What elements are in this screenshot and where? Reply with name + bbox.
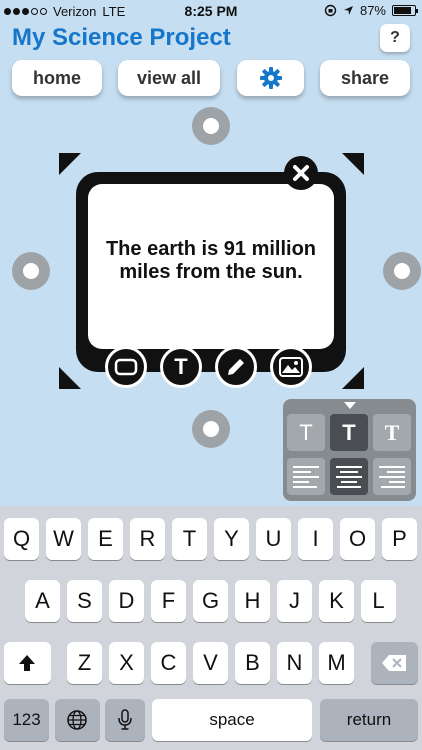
rotation-lock-icon	[324, 4, 337, 17]
settings-button[interactable]	[237, 60, 304, 96]
gear-icon	[259, 67, 282, 89]
frame-icon	[114, 358, 138, 376]
font-option-serif[interactable]: T	[373, 414, 411, 451]
key-s[interactable]: S	[67, 580, 102, 622]
key-r[interactable]: R	[130, 518, 165, 560]
corner-marker-bottom-right	[342, 367, 364, 389]
corner-marker-top-right	[342, 153, 364, 175]
key-w[interactable]: W	[46, 518, 81, 560]
key-g[interactable]: G	[193, 580, 228, 622]
key-o[interactable]: O	[340, 518, 375, 560]
align-left-button[interactable]	[287, 458, 325, 495]
text-box[interactable]: The earth is 91 million miles from the s…	[76, 172, 346, 372]
battery-percent: 87%	[359, 3, 386, 18]
location-icon	[343, 6, 353, 15]
key-h[interactable]: H	[235, 580, 270, 622]
key-q[interactable]: Q	[4, 518, 39, 560]
key-d[interactable]: D	[109, 580, 144, 622]
key-c[interactable]: C	[151, 642, 186, 684]
font-option-bold[interactable]: T	[330, 414, 368, 451]
key-t[interactable]: T	[172, 518, 207, 560]
text-box-text[interactable]: The earth is 91 million miles from the s…	[88, 238, 334, 284]
page-title: My Science Project	[12, 24, 231, 51]
home-button[interactable]: home	[12, 60, 102, 96]
corner-marker-bottom-left	[59, 367, 81, 389]
view-all-button[interactable]: view all	[118, 60, 220, 96]
shift-key[interactable]	[4, 642, 51, 684]
close-button[interactable]	[284, 156, 318, 190]
text-box-content[interactable]: The earth is 91 million miles from the s…	[88, 184, 334, 349]
pencil-icon	[228, 359, 244, 375]
key-e[interactable]: E	[88, 518, 123, 560]
align-right-icon	[379, 466, 405, 491]
status-bar: Verizon LTE 8:25 PM 87%	[0, 0, 422, 22]
image-mode-button[interactable]	[270, 346, 312, 388]
frame-mode-button[interactable]	[105, 346, 147, 388]
close-icon	[293, 165, 309, 181]
key-l[interactable]: L	[361, 580, 396, 622]
font-option-light[interactable]: T	[287, 414, 325, 451]
image-icon	[279, 357, 303, 377]
shift-icon	[19, 655, 35, 671]
microphone-icon	[118, 709, 132, 730]
key-b[interactable]: B	[235, 642, 270, 684]
globe-key[interactable]	[55, 699, 100, 741]
key-p[interactable]: P	[382, 518, 417, 560]
keyboard: Q W E R T Y U I O P A S D F G H J K L Z …	[0, 506, 422, 750]
help-button[interactable]: ?	[380, 24, 410, 52]
backspace-icon	[382, 655, 406, 671]
key-y[interactable]: Y	[214, 518, 249, 560]
resize-handle-left[interactable]	[12, 252, 50, 290]
globe-icon	[67, 710, 87, 730]
key-k[interactable]: K	[319, 580, 354, 622]
key-f[interactable]: F	[151, 580, 186, 622]
align-left-icon	[293, 466, 319, 491]
numbers-key[interactable]: 123	[4, 699, 49, 741]
draw-mode-button[interactable]	[215, 346, 257, 388]
key-z[interactable]: Z	[67, 642, 102, 684]
key-a[interactable]: A	[25, 580, 60, 622]
key-u[interactable]: U	[256, 518, 291, 560]
space-key[interactable]: space	[152, 699, 312, 741]
resize-handle-top[interactable]	[192, 107, 230, 145]
key-i[interactable]: I	[298, 518, 333, 560]
corner-marker-top-left	[59, 153, 81, 175]
key-n[interactable]: N	[277, 642, 312, 684]
text-mode-button[interactable]: T	[160, 346, 202, 388]
dictation-key[interactable]	[105, 699, 145, 741]
align-right-button[interactable]	[373, 458, 411, 495]
align-center-icon	[336, 466, 362, 491]
battery-icon	[392, 5, 418, 16]
share-button[interactable]: share	[320, 60, 410, 96]
key-x[interactable]: X	[109, 642, 144, 684]
align-center-button[interactable]	[330, 458, 368, 495]
key-j[interactable]: J	[277, 580, 312, 622]
return-key[interactable]: return	[320, 699, 418, 741]
key-m[interactable]: M	[319, 642, 354, 684]
key-v[interactable]: V	[193, 642, 228, 684]
text-icon: T	[174, 354, 188, 379]
delete-key[interactable]	[371, 642, 418, 684]
resize-handle-right[interactable]	[383, 252, 421, 290]
status-right: 87%	[324, 3, 418, 18]
resize-handle-bottom[interactable]	[192, 410, 230, 448]
panel-caret-icon	[344, 402, 356, 409]
